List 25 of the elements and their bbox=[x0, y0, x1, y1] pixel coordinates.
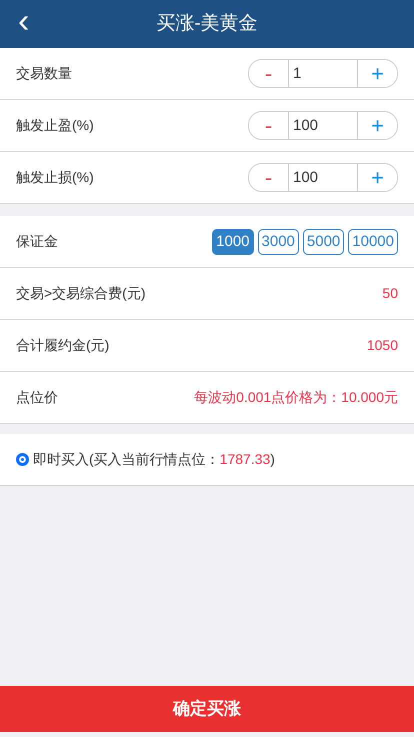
radio-label: 即时买入(买入当前行情点位：1787.33) bbox=[33, 450, 275, 469]
field-label: 合计履约金(元) bbox=[16, 336, 110, 355]
number-stepper[interactable]: - 100 + bbox=[248, 163, 398, 192]
field-label: 触发止损(%) bbox=[16, 168, 94, 187]
field-label: 点位价 bbox=[16, 388, 58, 407]
number-stepper[interactable]: - 100 + bbox=[248, 111, 398, 140]
field-value: 50 bbox=[382, 284, 398, 303]
amount-option[interactable]: 5000 bbox=[302, 228, 344, 254]
radio-button[interactable] bbox=[16, 453, 29, 466]
number-input[interactable]: 1 bbox=[288, 60, 358, 87]
field-label: 保证金 bbox=[16, 232, 58, 251]
number-stepper[interactable]: - 1 + bbox=[248, 59, 398, 88]
confirm-button[interactable]: 确定买涨 bbox=[0, 686, 414, 732]
back-button[interactable]: ‹ bbox=[14, 4, 34, 38]
amount-option[interactable]: 1000 bbox=[212, 228, 254, 254]
field-label: 交易>交易综合费(元) bbox=[16, 284, 146, 303]
field-value: 每波动0.001点价格为：10.000元 bbox=[194, 388, 398, 407]
field-label: 触发止盈(%) bbox=[16, 116, 94, 135]
field-label: 交易数量 bbox=[16, 64, 72, 83]
amount-option[interactable]: 3000 bbox=[258, 228, 299, 254]
amount-option[interactable]: 10000 bbox=[348, 228, 398, 254]
number-input[interactable]: 100 bbox=[288, 164, 358, 191]
page-title: 买涨-美黄金 bbox=[156, 12, 258, 36]
field-value: 1050 bbox=[366, 336, 398, 355]
number-input[interactable]: 100 bbox=[288, 112, 358, 139]
